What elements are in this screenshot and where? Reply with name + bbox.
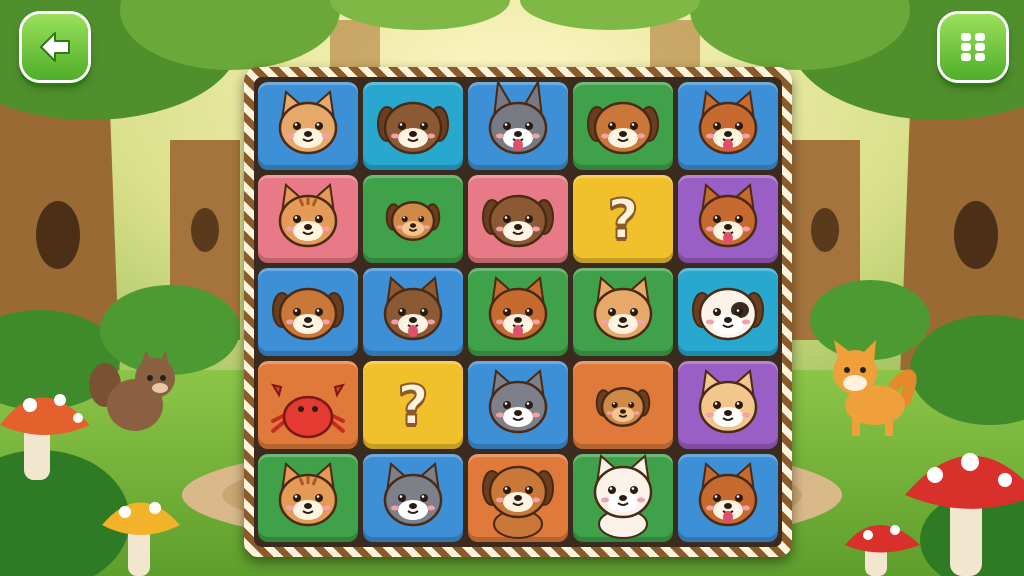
husky-face-icon <box>488 78 548 155</box>
puppy-face-icon <box>587 101 659 155</box>
corgi-face-icon <box>698 90 758 155</box>
wolf-dog-face-icon <box>383 276 443 341</box>
small-puppy-icon <box>385 201 441 241</box>
gray-cat-face-icon <box>383 462 443 527</box>
tile-puppy-body[interactable] <box>468 454 568 542</box>
dog-face-icon <box>482 194 554 248</box>
cat-face-icon <box>278 90 338 155</box>
tile-question[interactable]: ? <box>363 361 463 449</box>
crab-icon <box>270 383 346 439</box>
tile-gray-cat-face[interactable] <box>363 454 463 542</box>
tile-white-cat[interactable] <box>573 454 673 542</box>
corgi-face-icon <box>488 276 548 341</box>
tile-corgi-face[interactable] <box>678 454 778 542</box>
arrow-left-icon <box>40 32 70 62</box>
tile-white-dog-face[interactable] <box>678 268 778 356</box>
tile-gray-cat-face[interactable] <box>468 361 568 449</box>
tile-corgi-face[interactable] <box>468 268 568 356</box>
gray-cat-face-icon <box>488 369 548 434</box>
dog-face-icon <box>377 101 449 155</box>
tabby-cat-face-icon <box>278 462 338 527</box>
question-mark-icon: ? <box>606 187 639 252</box>
corgi-face-icon <box>698 183 758 248</box>
tile-calico-cat-face[interactable] <box>678 361 778 449</box>
menu-button[interactable] <box>940 14 1006 80</box>
tile-puppy-face[interactable] <box>573 82 673 170</box>
tile-wolf-dog-face[interactable] <box>363 268 463 356</box>
tile-cat-face[interactable] <box>258 82 358 170</box>
calico-cat-face-icon <box>698 369 758 434</box>
tile-puppy-face[interactable] <box>258 268 358 356</box>
tile-tabby-cat-face[interactable] <box>258 454 358 542</box>
cat-face-icon <box>593 276 653 341</box>
tile-question[interactable]: ? <box>573 175 673 263</box>
small-puppy-icon <box>595 387 651 427</box>
tile-dog-face[interactable] <box>468 175 568 263</box>
game-board: ? ? <box>244 67 792 557</box>
tile-husky-face[interactable] <box>468 78 568 170</box>
tabby-cat-face-icon <box>278 183 338 248</box>
tile-dog-face[interactable] <box>363 82 463 170</box>
tile-grid: ? ? <box>254 77 782 547</box>
white-dog-face-icon <box>692 287 764 341</box>
tile-small-puppy[interactable] <box>363 175 463 263</box>
tile-corgi-face[interactable] <box>678 175 778 263</box>
corgi-face-icon <box>698 462 758 527</box>
tile-crab[interactable] <box>258 361 358 449</box>
grid-menu-icon <box>961 33 985 61</box>
back-button[interactable] <box>22 14 88 80</box>
tile-corgi-face[interactable] <box>678 82 778 170</box>
tile-cat-face[interactable] <box>573 268 673 356</box>
question-mark-icon: ? <box>396 373 429 438</box>
puppy-body-icon <box>482 465 554 539</box>
white-cat-icon <box>593 454 653 539</box>
tile-small-puppy[interactable] <box>573 361 673 449</box>
tile-tabby-cat-face[interactable] <box>258 175 358 263</box>
puppy-face-icon <box>272 287 344 341</box>
